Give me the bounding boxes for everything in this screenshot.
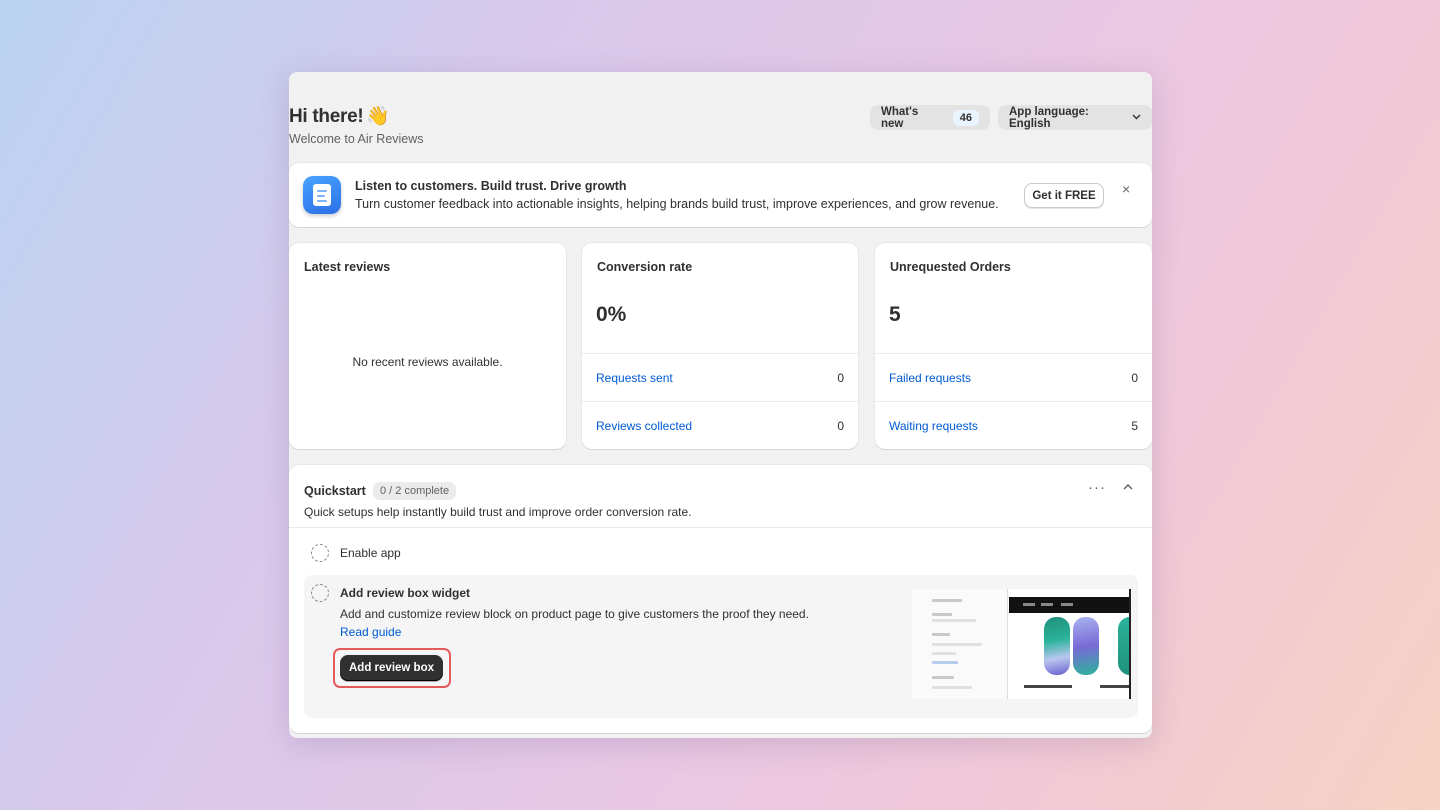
- page-subtitle: Welcome to Air Reviews: [289, 132, 424, 146]
- reviews-collected-count: 0: [837, 419, 844, 433]
- whats-new-count-badge: 46: [952, 109, 979, 126]
- snowboard-image: [1118, 617, 1129, 675]
- reviews-collected-link[interactable]: Reviews collected: [596, 419, 692, 433]
- step-add-review-box: Add review box widget Add and customize …: [304, 575, 1138, 718]
- conversion-rate-value: 0%: [596, 303, 627, 326]
- dashed-circle-icon[interactable]: [311, 544, 329, 562]
- app-language-select[interactable]: App language: English: [998, 105, 1152, 130]
- unrequested-orders-title: Unrequested Orders: [890, 260, 1011, 274]
- add-review-box-button[interactable]: Add review box: [340, 655, 443, 681]
- failed-requests-count: 0: [1131, 371, 1138, 385]
- dashed-circle-icon[interactable]: [311, 584, 329, 602]
- theme-editor-preview-image: [912, 589, 1131, 699]
- conversion-rate-card: Conversion rate 0% Requests sent 0 Revie…: [582, 243, 858, 449]
- quickstart-description: Quick setups help instantly build trust …: [304, 505, 692, 519]
- waiting-requests-link[interactable]: Waiting requests: [889, 419, 978, 433]
- requests-sent-row: Requests sent 0: [582, 353, 858, 401]
- read-guide-link[interactable]: Read guide: [340, 625, 401, 639]
- preview-product-caption: [1024, 685, 1072, 688]
- failed-requests-link[interactable]: Failed requests: [889, 371, 971, 385]
- unrequested-orders-card: Unrequested Orders 5 Failed requests 0 W…: [875, 243, 1152, 449]
- whats-new-label: What's new: [881, 105, 919, 130]
- requests-sent-count: 0: [837, 371, 844, 385]
- step-add-review-box-description: Add and customize review block on produc…: [340, 607, 809, 621]
- preview-sidebar: [912, 589, 1008, 699]
- latest-reviews-title: Latest reviews: [304, 260, 391, 274]
- unrequested-orders-value: 5: [889, 303, 901, 326]
- preview-product-caption: [1100, 685, 1129, 688]
- snowboard-image: [1073, 617, 1099, 675]
- quickstart-card: Quickstart 0 / 2 complete Quick setups h…: [289, 465, 1152, 733]
- preview-store-nav: [1009, 597, 1129, 613]
- step-enable-app-label: Enable app: [340, 546, 401, 560]
- close-icon[interactable]: ×: [1122, 181, 1130, 197]
- wave-icon: 👋: [366, 106, 390, 127]
- more-icon[interactable]: ···: [1088, 479, 1106, 496]
- promo-banner: Listen to customers. Build trust. Drive …: [289, 163, 1152, 227]
- waiting-requests-row: Waiting requests 5: [875, 401, 1152, 449]
- app-logo-icon: [303, 176, 341, 214]
- greeting-text: Hi there!: [289, 106, 364, 127]
- no-reviews-message: No recent reviews available.: [352, 355, 503, 369]
- banner-description: Turn customer feedback into actionable i…: [355, 197, 999, 211]
- quickstart-title: Quickstart: [304, 484, 366, 498]
- requests-sent-link[interactable]: Requests sent: [596, 371, 673, 385]
- waiting-requests-count: 5: [1131, 419, 1138, 433]
- page-title: Hi there! 👋: [289, 104, 390, 128]
- step-add-review-box-title: Add review box widget: [340, 586, 471, 600]
- chevron-up-icon[interactable]: [1123, 481, 1133, 493]
- conversion-rate-title: Conversion rate: [597, 260, 693, 274]
- get-it-free-button[interactable]: Get it FREE: [1024, 183, 1104, 208]
- quickstart-progress-badge: 0 / 2 complete: [373, 482, 457, 500]
- whats-new-button[interactable]: What's new 46: [870, 105, 990, 130]
- reviews-collected-row: Reviews collected 0: [582, 401, 858, 449]
- page-header: Hi there! 👋 Welcome to Air Reviews What's…: [289, 102, 1152, 152]
- divider: [289, 527, 1152, 528]
- banner-title: Listen to customers. Build trust. Drive …: [355, 179, 627, 193]
- app-language-label: App language: English: [1009, 105, 1089, 130]
- app-window: Hi there! 👋 Welcome to Air Reviews What's…: [289, 72, 1152, 738]
- chevron-down-icon: [1132, 112, 1141, 123]
- failed-requests-row: Failed requests 0: [875, 353, 1152, 401]
- latest-reviews-card: Latest reviews No recent reviews availab…: [289, 243, 566, 449]
- snowboard-image: [1044, 617, 1070, 675]
